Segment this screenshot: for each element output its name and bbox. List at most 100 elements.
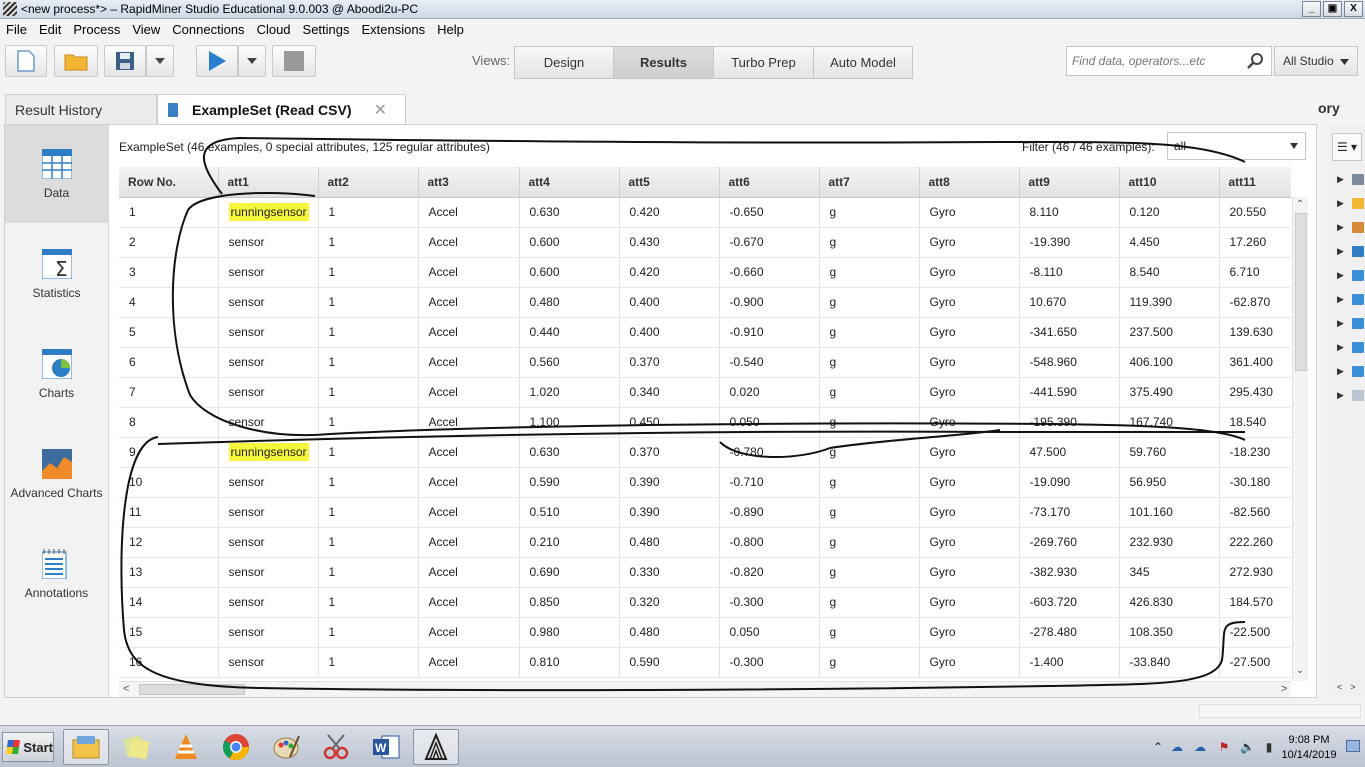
- row-number-cell[interactable]: 12: [119, 527, 219, 558]
- table-cell[interactable]: g: [819, 377, 920, 408]
- table-cell[interactable]: sensor: [218, 557, 319, 588]
- table-row[interactable]: 7 sensor 1 Accel 1.020 0.340 0.020 g Gyro -441.59…: [119, 377, 1291, 408]
- table-cell[interactable]: Gyro: [919, 467, 1020, 498]
- table-cell[interactable]: -8.110: [1019, 257, 1120, 288]
- table-cell[interactable]: 345: [1119, 557, 1220, 588]
- table-cell[interactable]: Gyro: [919, 587, 1020, 618]
- table-cell[interactable]: 1: [318, 287, 419, 318]
- table-cell[interactable]: 0.590: [519, 467, 620, 498]
- table-row[interactable]: 6 sensor 1 Accel 0.560 0.370 -0.540 g Gyro -548.9…: [119, 347, 1291, 378]
- table-cell[interactable]: -0.710: [719, 467, 820, 498]
- table-cell[interactable]: -0.300: [719, 647, 820, 678]
- table-cell[interactable]: sensor: [218, 497, 319, 528]
- table-cell[interactable]: 0.400: [619, 317, 720, 348]
- table-cell[interactable]: -0.800: [719, 527, 820, 558]
- close-window-button[interactable]: X: [1344, 1, 1363, 17]
- vertical-scroll-thumb[interactable]: [1295, 213, 1307, 371]
- row-number-cell[interactable]: 16: [119, 647, 219, 678]
- table-cell[interactable]: 0.020: [719, 377, 820, 408]
- table-cell[interactable]: Accel: [418, 467, 520, 498]
- system-clock[interactable]: 9:08 PM 10/14/2019: [1278, 733, 1340, 763]
- scroll-right-icon[interactable]: >: [1281, 683, 1287, 695]
- table-cell[interactable]: 272.930: [1219, 557, 1291, 588]
- repo-row[interactable]: ▶: [1337, 294, 1364, 305]
- repo-row[interactable]: ▶: [1337, 198, 1364, 209]
- table-cell[interactable]: g: [819, 227, 920, 258]
- table-cell[interactable]: -0.670: [719, 227, 820, 258]
- table-row[interactable]: 13 sensor 1 Accel 0.690 0.330 -0.820 g Gyro -382.…: [119, 557, 1291, 588]
- table-cell[interactable]: 0.630: [519, 437, 620, 468]
- table-cell[interactable]: 1: [318, 197, 419, 228]
- table-cell[interactable]: Gyro: [919, 557, 1020, 588]
- column-header-att6[interactable]: att6: [719, 167, 820, 198]
- row-number-cell[interactable]: 7: [119, 377, 219, 408]
- table-cell[interactable]: g: [819, 257, 920, 288]
- row-number-cell[interactable]: 6: [119, 347, 219, 378]
- table-row[interactable]: 12 sensor 1 Accel 0.210 0.480 -0.800 g Gyro -269.…: [119, 527, 1291, 558]
- scroll-left-icon[interactable]: <: [1337, 682, 1342, 692]
- table-cell[interactable]: 1: [318, 587, 419, 618]
- table-cell[interactable]: g: [819, 347, 920, 378]
- table-cell[interactable]: 375.490: [1119, 377, 1220, 408]
- search-input[interactable]: [1067, 47, 1237, 75]
- table-cell[interactable]: -0.900: [719, 287, 820, 318]
- table-cell[interactable]: 1: [318, 557, 419, 588]
- table-cell[interactable]: -0.300: [719, 587, 820, 618]
- table-cell[interactable]: g: [819, 617, 920, 648]
- table-cell[interactable]: 18.540: [1219, 407, 1291, 438]
- taskbar-paint[interactable]: [263, 729, 309, 765]
- repo-row[interactable]: ▶: [1337, 390, 1364, 401]
- column-header-att4[interactable]: att4: [519, 167, 620, 198]
- table-cell[interactable]: -18.230: [1219, 437, 1291, 468]
- table-cell[interactable]: sensor: [218, 317, 319, 348]
- table-cell[interactable]: 0.980: [519, 617, 620, 648]
- column-header-att9[interactable]: att9: [1019, 167, 1120, 198]
- table-cell[interactable]: -382.930: [1019, 557, 1120, 588]
- open-process-button[interactable]: [54, 45, 98, 77]
- vertical-scrollbar[interactable]: ⌃ ⌄: [1292, 197, 1308, 681]
- table-cell[interactable]: 0.370: [619, 437, 720, 468]
- table-cell[interactable]: Gyro: [919, 287, 1020, 318]
- table-cell[interactable]: 1: [318, 647, 419, 678]
- table-row[interactable]: 14 sensor 1 Accel 0.850 0.320 -0.300 g Gyro -603.…: [119, 587, 1291, 618]
- table-cell[interactable]: g: [819, 287, 920, 318]
- table-cell[interactable]: -278.480: [1019, 617, 1120, 648]
- table-cell[interactable]: Accel: [418, 227, 520, 258]
- table-cell[interactable]: -0.540: [719, 347, 820, 378]
- table-cell[interactable]: 1: [318, 437, 419, 468]
- table-cell[interactable]: 0.440: [519, 317, 620, 348]
- table-row[interactable]: 5 sensor 1 Accel 0.440 0.400 -0.910 g Gyro -341.6…: [119, 317, 1291, 348]
- taskbar-vlc[interactable]: [163, 729, 209, 765]
- table-cell[interactable]: 1: [318, 347, 419, 378]
- table-cell[interactable]: 0.400: [619, 287, 720, 318]
- table-cell[interactable]: Accel: [418, 377, 520, 408]
- table-cell[interactable]: 0.810: [519, 647, 620, 678]
- table-cell[interactable]: g: [819, 587, 920, 618]
- table-cell[interactable]: 8.540: [1119, 257, 1220, 288]
- volume-icon[interactable]: 🔈: [1240, 740, 1255, 754]
- row-number-cell[interactable]: 13: [119, 557, 219, 588]
- table-cell[interactable]: 108.350: [1119, 617, 1220, 648]
- scroll-right-icon[interactable]: >: [1350, 682, 1355, 692]
- new-process-button[interactable]: [5, 45, 47, 77]
- table-cell[interactable]: -22.500: [1219, 617, 1291, 648]
- column-header-att3[interactable]: att3: [418, 167, 520, 198]
- maximize-button[interactable]: ▣: [1323, 1, 1342, 17]
- scroll-left-icon[interactable]: <: [123, 683, 129, 695]
- run-process-button[interactable]: [196, 45, 238, 77]
- table-cell[interactable]: 0.390: [619, 497, 720, 528]
- table-cell[interactable]: sensor: [218, 647, 319, 678]
- table-cell[interactable]: Gyro: [919, 197, 1020, 228]
- taskbar-chrome[interactable]: [213, 729, 259, 765]
- network-signal-icon[interactable]: ▮: [1262, 740, 1276, 754]
- table-cell[interactable]: Accel: [418, 347, 520, 378]
- table-cell[interactable]: sensor: [218, 587, 319, 618]
- table-cell[interactable]: g: [819, 467, 920, 498]
- table-cell[interactable]: 0.560: [519, 347, 620, 378]
- search-scope-select[interactable]: All Studio: [1274, 46, 1358, 76]
- column-header-att7[interactable]: att7: [819, 167, 920, 198]
- table-cell[interactable]: -27.500: [1219, 647, 1291, 678]
- action-center-icon[interactable]: ⚑: [1217, 740, 1231, 754]
- table-cell[interactable]: 1: [318, 377, 419, 408]
- row-number-cell[interactable]: 9: [119, 437, 219, 468]
